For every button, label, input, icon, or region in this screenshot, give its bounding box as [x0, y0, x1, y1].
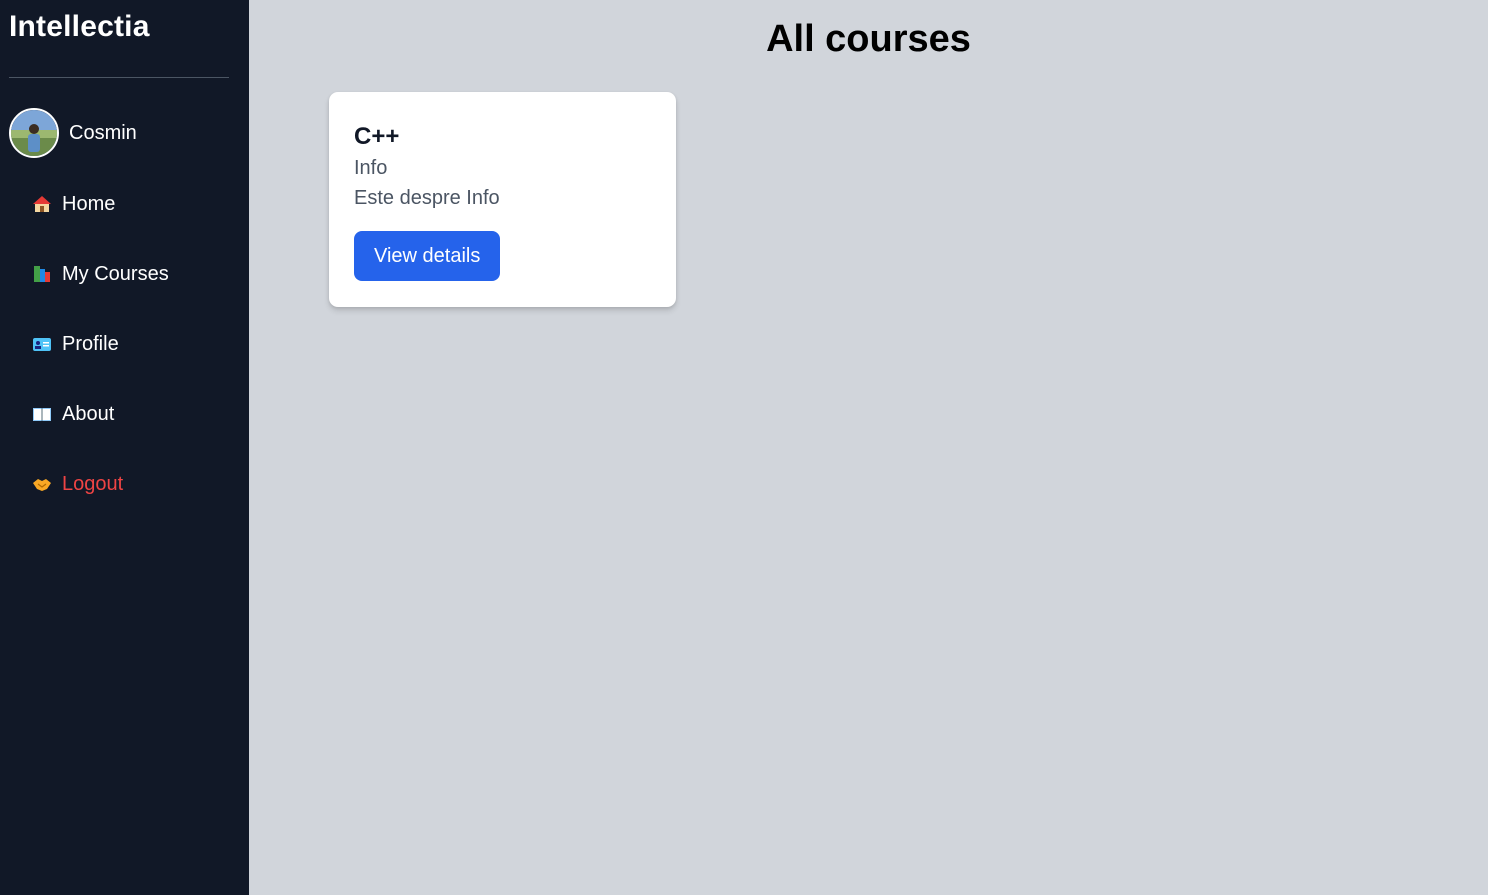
open-book-icon — [30, 402, 54, 426]
sidebar-nav: Home My Courses Profile About Logout — [30, 186, 169, 536]
sidebar-item-label: About — [62, 402, 115, 425]
course-description: Este despre Info — [354, 187, 500, 209]
view-details-button[interactable]: View details — [354, 231, 501, 281]
sidebar-divider — [9, 77, 229, 78]
course-category: Info — [354, 157, 388, 179]
user-profile[interactable]: Cosmin — [9, 108, 137, 158]
house-icon — [30, 192, 54, 216]
books-icon — [30, 262, 54, 286]
sidebar-item-profile[interactable]: Profile — [30, 326, 169, 362]
sidebar-item-logout[interactable]: Logout — [30, 466, 169, 502]
sidebar-item-label: My Courses — [62, 262, 169, 285]
sidebar-item-home[interactable]: Home — [30, 186, 169, 222]
main-content: All courses C++ Info Este despre Info Vi… — [249, 0, 1488, 895]
app: Intellectia Cosmin Home My Courses Profi… — [0, 0, 1488, 895]
handshake-icon — [30, 472, 54, 496]
user-name: Cosmin — [69, 121, 137, 144]
sidebar: Intellectia Cosmin Home My Courses Profi… — [0, 0, 249, 895]
sidebar-item-label: Home — [62, 192, 116, 215]
sidebar-item-label: Logout — [62, 472, 124, 495]
sidebar-item-about[interactable]: About — [30, 396, 169, 432]
course-card: C++ Info Este despre Info View details — [329, 92, 676, 307]
course-title: C++ — [354, 123, 400, 150]
avatar[interactable] — [9, 108, 59, 158]
app-brand: Intellectia — [9, 10, 150, 43]
sidebar-item-my-courses[interactable]: My Courses — [30, 256, 169, 292]
id-card-icon — [30, 332, 54, 356]
avatar-image — [11, 110, 57, 156]
sidebar-item-label: Profile — [62, 332, 119, 355]
page-title: All courses — [766, 18, 971, 60]
